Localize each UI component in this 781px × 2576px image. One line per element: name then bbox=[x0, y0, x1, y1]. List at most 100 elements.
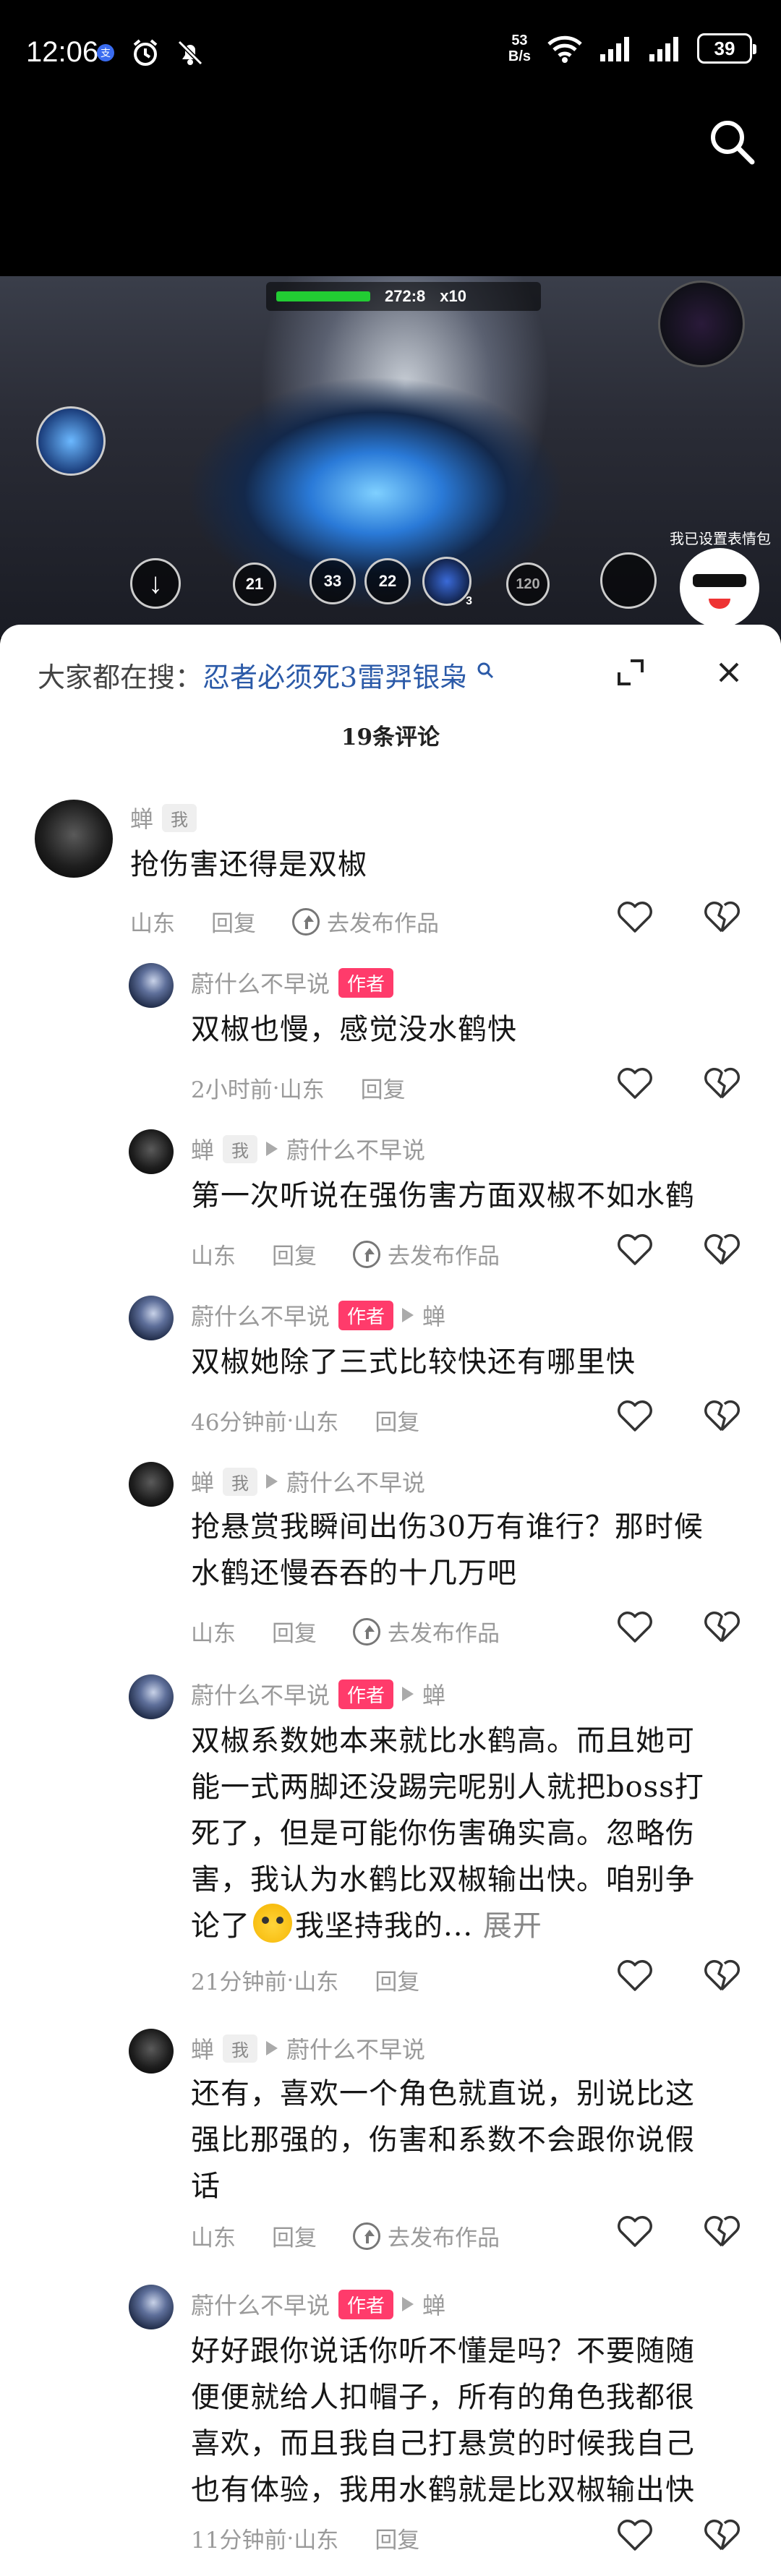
upload-circle-icon bbox=[353, 1617, 380, 1646]
comment-text[interactable]: 双椒她除了三式比较快还有哪里快 bbox=[191, 1339, 636, 1385]
app-notification-icon: 支 bbox=[97, 44, 114, 61]
avatar[interactable] bbox=[129, 1674, 174, 1719]
reply-to-username[interactable]: 蝉 bbox=[422, 1677, 445, 1711]
comment-time: 21分钟前 bbox=[191, 1969, 287, 1995]
publish-label: 去发布作品 bbox=[327, 911, 439, 937]
game-hud-top: 272:8 x10 bbox=[266, 282, 541, 311]
close-icon[interactable] bbox=[713, 656, 745, 688]
heart-icon[interactable] bbox=[616, 1398, 654, 1433]
hot-search-term[interactable]: 忍者必须死3雷羿银枭 bbox=[202, 662, 467, 693]
comment-time: 46分钟前 bbox=[191, 1410, 287, 1436]
broken-heart-icon[interactable] bbox=[703, 1066, 741, 1100]
avatar[interactable] bbox=[129, 2029, 174, 2074]
reply-arrow-icon bbox=[266, 1142, 278, 1156]
heart-icon[interactable] bbox=[616, 2517, 654, 2552]
reply-to-username[interactable]: 蝉 bbox=[422, 1298, 445, 1332]
publish-link[interactable]: 去发布作品 bbox=[353, 1615, 500, 1648]
username[interactable]: 蝉 bbox=[130, 801, 153, 834]
reply-button[interactable]: 回复 bbox=[211, 905, 256, 938]
reply-button[interactable]: 回复 bbox=[361, 1071, 406, 1104]
comment-meta: 山东 回复 去发布作品 bbox=[191, 1615, 500, 1648]
username[interactable]: 蝉 bbox=[191, 1132, 214, 1165]
comment-text-segment: 论了 bbox=[191, 1909, 250, 1943]
comment-text[interactable]: 双椒也慢，感觉没水鹤快 bbox=[191, 1006, 517, 1053]
avatar[interactable] bbox=[129, 1462, 174, 1507]
hot-search[interactable]: 大家都在搜：忍者必须死3雷羿银枭 bbox=[38, 655, 495, 695]
comment-text-line: 话 bbox=[191, 2170, 221, 2203]
comment-text[interactable]: 第一次听说在强伤害方面双椒不如水鹤 bbox=[191, 1173, 695, 1219]
publish-link[interactable]: 去发布作品 bbox=[353, 2220, 500, 2252]
health-bar bbox=[276, 291, 370, 301]
reply-to-username[interactable]: 蔚什么不早说 bbox=[286, 1132, 425, 1165]
avatar[interactable] bbox=[129, 1129, 174, 1174]
author-tag: 作者 bbox=[338, 1679, 394, 1709]
blush-emoji-icon bbox=[253, 1904, 292, 1943]
broken-heart-icon[interactable] bbox=[703, 1958, 741, 1993]
broken-heart-icon[interactable] bbox=[703, 1609, 741, 1644]
net-speed: 53 B/s bbox=[508, 33, 531, 64]
reply-button[interactable]: 回复 bbox=[375, 1404, 419, 1437]
status-right: 53 B/s 39 bbox=[508, 33, 756, 64]
comment-text[interactable]: 好好跟你说话你听不懂是吗？不要随随 便便就给人扣帽子，所有的角色我都很 喜欢，而… bbox=[191, 2328, 695, 2513]
heart-icon[interactable] bbox=[616, 1958, 654, 1993]
publish-link[interactable]: 去发布作品 bbox=[292, 905, 439, 938]
comment-text-line: 强比那强的，伤害和系数不会跟你说假 bbox=[191, 2123, 695, 2157]
reply-to-username[interactable]: 蝉 bbox=[422, 2288, 445, 2321]
avatar[interactable] bbox=[129, 2285, 174, 2329]
reply-arrow-icon bbox=[266, 1474, 278, 1489]
signal-icon-2 bbox=[649, 37, 678, 61]
broken-heart-icon[interactable] bbox=[703, 2214, 741, 2248]
avatar[interactable] bbox=[129, 1296, 174, 1340]
avatar[interactable] bbox=[35, 800, 113, 878]
net-speed-unit: B/s bbox=[508, 48, 531, 64]
author-tag: 作者 bbox=[338, 1300, 394, 1330]
reply-button[interactable]: 回复 bbox=[272, 1238, 317, 1270]
comment-location: 山东 bbox=[294, 1410, 339, 1436]
reply-button[interactable]: 回复 bbox=[375, 2522, 419, 2554]
skill-button-3: 22 bbox=[364, 558, 411, 604]
reply-button[interactable]: 回复 bbox=[272, 1615, 317, 1648]
reply-to-username[interactable]: 蔚什么不早说 bbox=[286, 2032, 425, 2065]
video-player[interactable]: 272:8 x10 ↓ 21 33 22 3 120 我已设置表情包 bbox=[0, 276, 781, 638]
broken-heart-icon[interactable] bbox=[703, 2517, 741, 2552]
broken-heart-icon[interactable] bbox=[703, 1232, 741, 1267]
upload-circle-icon bbox=[292, 907, 320, 936]
wifi-icon bbox=[547, 35, 582, 63]
heart-icon[interactable] bbox=[616, 1609, 654, 1644]
search-icon[interactable] bbox=[706, 116, 756, 166]
mute-bell-icon bbox=[177, 40, 203, 66]
username[interactable]: 蔚什么不早说 bbox=[191, 1298, 330, 1332]
publish-link[interactable]: 去发布作品 bbox=[353, 1238, 500, 1270]
reply-button[interactable]: 回复 bbox=[272, 2220, 317, 2252]
comment-location: 山东 bbox=[191, 1621, 236, 1647]
comment-text[interactable]: 双椒系数她本来就比水鹤高。而且她可 能一式两脚还没踢完呢别人就把boss打 死了… bbox=[191, 1718, 704, 1949]
heart-icon[interactable] bbox=[616, 1066, 654, 1100]
reply-to-username[interactable]: 蔚什么不早说 bbox=[286, 1465, 425, 1498]
username[interactable]: 蝉 bbox=[191, 2032, 214, 2065]
username[interactable]: 蔚什么不早说 bbox=[191, 966, 330, 999]
username[interactable]: 蝉 bbox=[191, 1465, 214, 1498]
username[interactable]: 蔚什么不早说 bbox=[191, 1677, 330, 1711]
comment-username-row: 蝉 我 bbox=[130, 801, 197, 834]
expand-comment-link[interactable]: 展开 bbox=[483, 1909, 542, 1943]
username[interactable]: 蔚什么不早说 bbox=[191, 2288, 330, 2321]
me-tag: 我 bbox=[223, 1467, 258, 1496]
comment-text[interactable]: 抢伤害还得是双椒 bbox=[130, 842, 367, 888]
heart-icon[interactable] bbox=[616, 1232, 654, 1267]
expand-icon[interactable] bbox=[615, 656, 646, 688]
broken-heart-icon[interactable] bbox=[703, 1398, 741, 1433]
reply-arrow-icon bbox=[402, 1687, 414, 1701]
comment-text[interactable]: 抢悬赏我瞬间出伤30万有谁行？那时候 水鹤还慢吞吞的十几万吧 bbox=[191, 1504, 704, 1596]
avatar[interactable] bbox=[129, 963, 174, 1008]
publish-label: 去发布作品 bbox=[388, 2225, 500, 2251]
comment-text-line: 水鹤还慢吞吞的十几万吧 bbox=[191, 1557, 517, 1590]
comment-time: 2小时前 bbox=[191, 1077, 273, 1103]
broken-heart-icon[interactable] bbox=[703, 899, 741, 934]
comment-text-line: 好好跟你说话你听不懂是吗？不要随随 bbox=[191, 2335, 695, 2368]
comment-text[interactable]: 还有，喜欢一个角色就直说，别说比这 强比那强的，伤害和系数不会跟你说假 话 bbox=[191, 2071, 695, 2209]
heart-icon[interactable] bbox=[616, 899, 654, 934]
reply-button[interactable]: 回复 bbox=[375, 1964, 419, 1996]
comment-location: 山东 bbox=[294, 1969, 339, 1995]
heart-icon[interactable] bbox=[616, 2214, 654, 2248]
publish-label: 去发布作品 bbox=[388, 1244, 500, 1270]
